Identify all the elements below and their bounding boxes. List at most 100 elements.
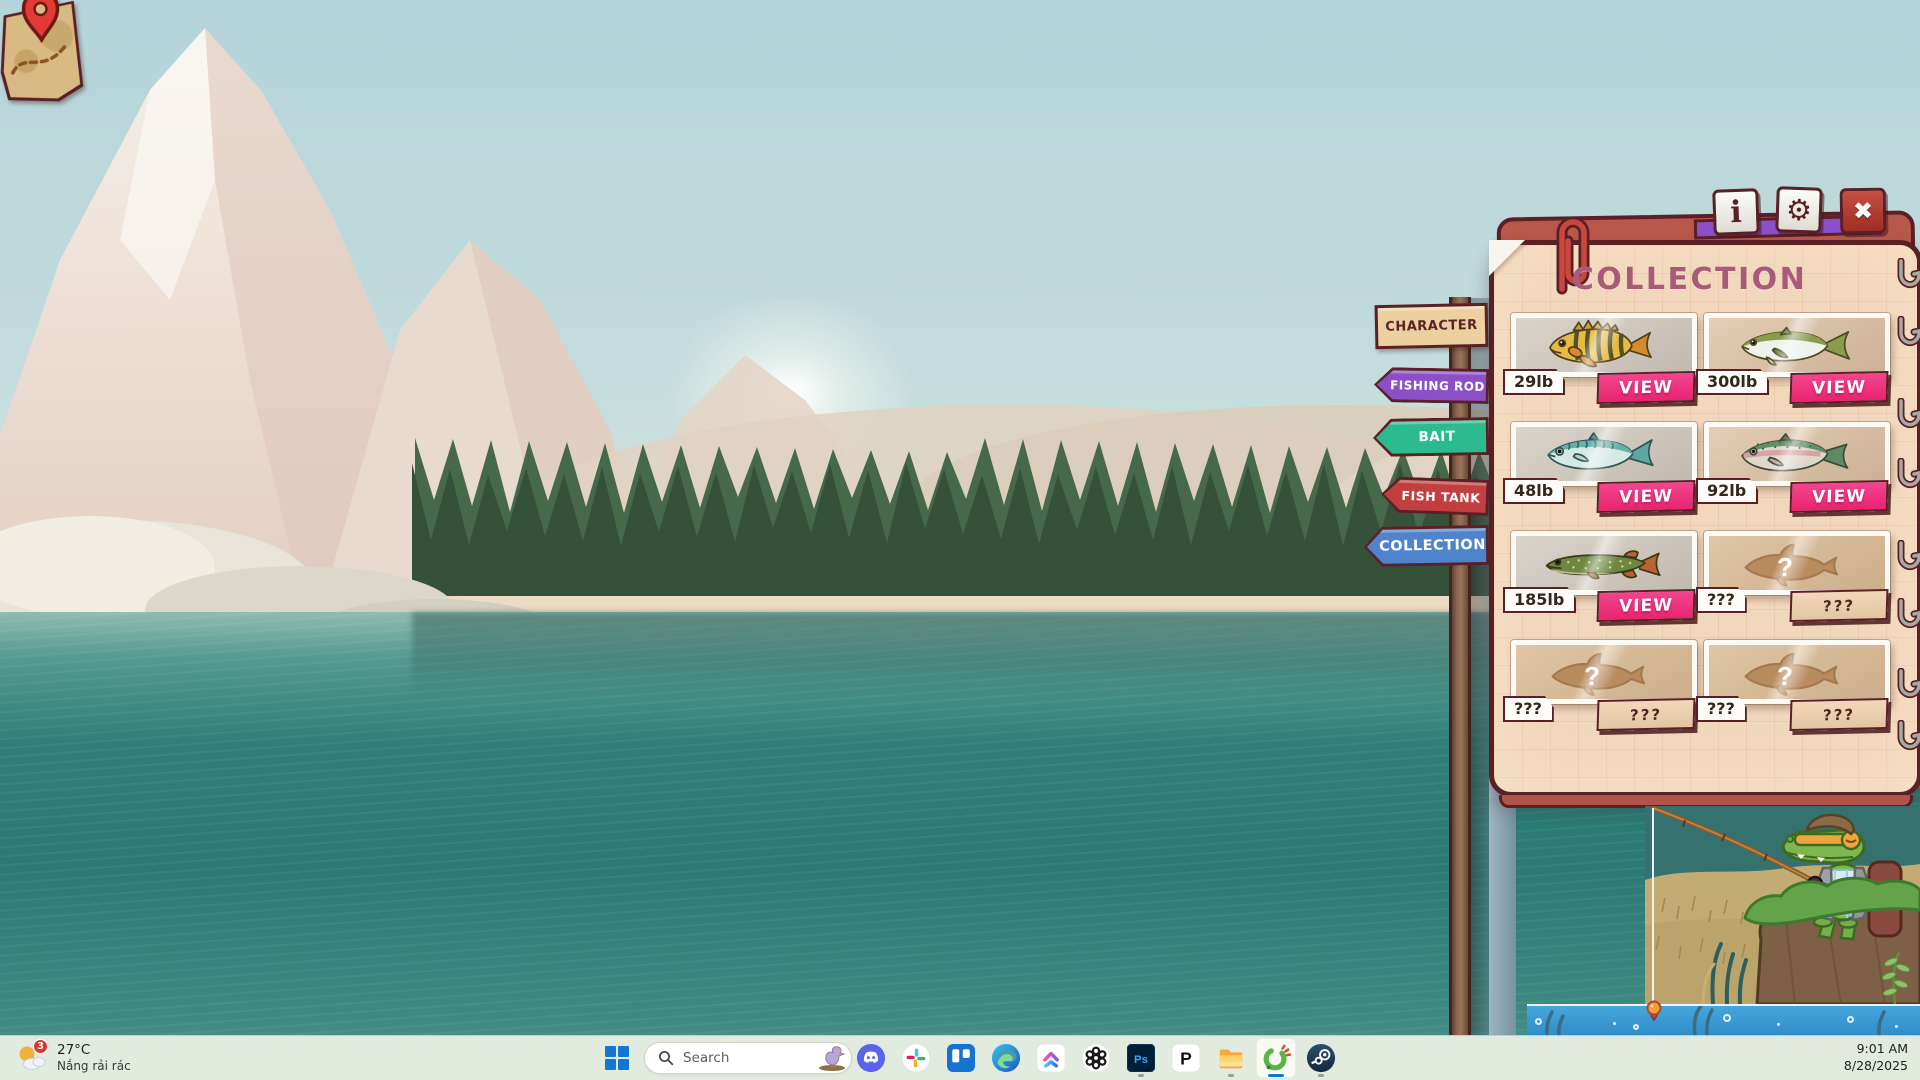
location-pin-icon: [18, 0, 64, 47]
fish-photo-unknown: ?: [1704, 640, 1890, 704]
taskbar-app-steam[interactable]: [1301, 1038, 1341, 1078]
tab-label: COLLECTION: [1367, 537, 1486, 555]
bubble: [1535, 1018, 1542, 1025]
taskbar-app-photoshop[interactable]: Ps: [1121, 1038, 1161, 1078]
close-icon: ✖: [1853, 197, 1874, 225]
tab-fish-tank[interactable]: FISH TANK: [1380, 476, 1489, 516]
view-button[interactable]: VIEW: [1597, 480, 1696, 513]
weather-widget[interactable]: 3 27°C Nắng rải rác: [10, 1039, 137, 1077]
fish-card-locked: ? ??? ???: [1704, 640, 1890, 736]
bubble: [1847, 1016, 1854, 1023]
question-icon: ?: [1584, 661, 1600, 691]
notification-badge: 3: [33, 1039, 48, 1054]
fish-hook-icon: [1894, 720, 1920, 758]
tab-label: FISHING ROD: [1378, 378, 1485, 394]
taskbar-app-clickup[interactable]: [1031, 1038, 1071, 1078]
bubble: [1895, 1025, 1898, 1028]
info-icon: i: [1730, 194, 1743, 229]
fish-hook-icon: [1894, 258, 1920, 296]
running-indicator: [1318, 1074, 1324, 1077]
photoshop-icon: Ps: [1127, 1044, 1155, 1072]
p-app-icon: P: [1172, 1044, 1200, 1072]
tab-bait[interactable]: BAIT: [1373, 417, 1490, 457]
fisherman-scene: [1645, 806, 1920, 1004]
fish-card: 185lb VIEW: [1511, 531, 1697, 627]
fish-weight-tag: 29lb: [1503, 369, 1565, 395]
tab-fishing-rod[interactable]: FISHING ROD: [1374, 367, 1490, 404]
fish-card: 29lb VIEW: [1511, 313, 1697, 409]
fish-photo-trout: [1704, 422, 1890, 486]
fish-hook-icon: [1894, 668, 1920, 706]
question-icon: ?: [1777, 552, 1793, 582]
fish-hook-icon: [1894, 458, 1920, 496]
fish-photo-unknown: ?: [1704, 531, 1890, 595]
fish-photo-perch: [1511, 313, 1697, 377]
taskbar-app-slack[interactable]: [896, 1038, 936, 1078]
fish-photo-pike: [1511, 531, 1697, 595]
tree-reflection: [412, 612, 1507, 698]
fish-photo-unknown: ?: [1511, 640, 1697, 704]
running-indicator: [1138, 1074, 1144, 1077]
fish-weight-tag: ???: [1696, 696, 1747, 722]
scene-gap-strip-lower: [1489, 798, 1516, 1035]
search-icon: [658, 1050, 674, 1066]
active-indicator: [1268, 1074, 1284, 1077]
locked-button[interactable]: ???: [1790, 698, 1889, 731]
search-highlight-bird-icon: [816, 1045, 846, 1071]
view-button[interactable]: VIEW: [1597, 371, 1696, 404]
file-explorer-icon: [1216, 1043, 1246, 1073]
fish-weight-tag: 92lb: [1696, 478, 1758, 504]
tab-label: BAIT: [1406, 429, 1455, 446]
taskbar-clock[interactable]: 9:01 AM 8/28/2025: [1844, 1041, 1908, 1074]
taskbar-app-file-explorer[interactable]: [1211, 1038, 1251, 1078]
chatgpt-icon: [1081, 1043, 1111, 1073]
steam-icon: [1306, 1043, 1336, 1073]
fish-card: 92lb VIEW: [1704, 422, 1890, 518]
svg-text:P: P: [1180, 1049, 1192, 1069]
taskbar-app-p[interactable]: P: [1166, 1038, 1206, 1078]
panel-title: COLLECTION: [1518, 262, 1861, 297]
bubble: [1633, 1024, 1639, 1030]
edge-icon: [991, 1043, 1021, 1073]
fish-card: 300lb VIEW: [1704, 313, 1890, 409]
weather-icon: 3: [16, 1042, 48, 1074]
trello-icon: [947, 1044, 975, 1072]
weather-temp: 27°C: [57, 1042, 131, 1059]
settings-button[interactable]: ⚙: [1775, 186, 1823, 234]
bubble: [1613, 1022, 1616, 1025]
water-surface-band: [1527, 1004, 1920, 1036]
fish-card-locked: ? ??? ???: [1704, 531, 1890, 627]
tab-collection[interactable]: COLLECTION: [1364, 525, 1490, 567]
info-button[interactable]: i: [1712, 188, 1760, 236]
taskbar-app-discord[interactable]: [851, 1038, 891, 1078]
taskbar: 3 27°C Nắng rải rác Search: [0, 1036, 1920, 1080]
taskbar-app-chatgpt[interactable]: [1076, 1038, 1116, 1078]
map-button[interactable]: [0, 0, 84, 103]
locked-button[interactable]: ???: [1790, 589, 1889, 622]
fish-weight-tag: 300lb: [1696, 369, 1769, 395]
windows-logo-icon: [604, 1045, 630, 1071]
gear-icon: ⚙: [1785, 193, 1812, 228]
tab-label: FISH TANK: [1389, 487, 1480, 505]
locked-button[interactable]: ???: [1597, 698, 1696, 731]
close-button[interactable]: ✖: [1840, 188, 1887, 235]
sign-post: [1449, 297, 1471, 1035]
bobber-icon: [1646, 1000, 1662, 1022]
taskbar-app-edge[interactable]: [986, 1038, 1026, 1078]
view-button[interactable]: VIEW: [1790, 480, 1889, 513]
clickup-icon: [1037, 1044, 1065, 1072]
fish-hook-icon: [1894, 598, 1920, 636]
fish-weight-tag: ???: [1696, 587, 1747, 613]
search-input[interactable]: Search: [644, 1042, 852, 1074]
view-button[interactable]: VIEW: [1597, 589, 1696, 622]
start-button[interactable]: [602, 1043, 632, 1073]
clock-time: 9:01 AM: [1844, 1041, 1908, 1058]
taskbar-app-fishing-game[interactable]: [1256, 1038, 1296, 1078]
fish-card-locked: ? ??? ???: [1511, 640, 1697, 736]
taskbar-app-trello[interactable]: [941, 1038, 981, 1078]
clock-date: 8/28/2025: [1844, 1058, 1908, 1075]
view-button[interactable]: VIEW: [1790, 371, 1889, 404]
bubble: [1723, 1014, 1731, 1022]
tab-character[interactable]: CHARACTER: [1375, 303, 1489, 349]
discord-icon: [856, 1043, 886, 1073]
